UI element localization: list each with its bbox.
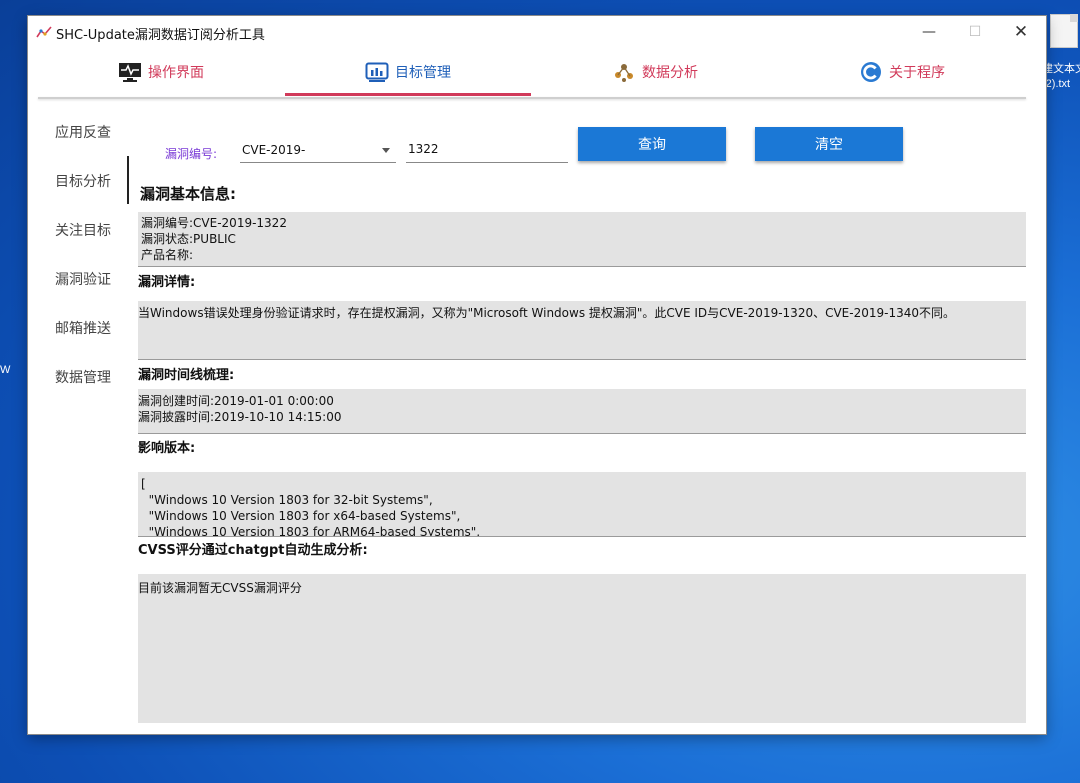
- detail-heading: 漏洞详情:: [138, 275, 196, 290]
- basic-info-heading: 漏洞基本信息:: [140, 185, 236, 203]
- tab-about[interactable]: 关于程序: [779, 48, 1025, 96]
- side-item-app-lookup[interactable]: 应用反查: [55, 122, 111, 142]
- molecule-icon: [615, 64, 633, 82]
- dashboard-icon: [365, 62, 389, 82]
- timeline-line: 漏洞披露时间:2019-10-10 14:15:00: [138, 410, 342, 424]
- tab-label: 操作界面: [148, 65, 204, 81]
- version-line: "Windows 10 Version 1803 for ARM64-based…: [141, 525, 481, 537]
- cvss-heading: CVSS评分通过chatgpt自动生成分析:: [138, 543, 368, 558]
- detail-text: 当Windows错误处理身份验证请求时，存在提权漏洞，又称为"Microsoft…: [138, 306, 955, 320]
- basic-info-line: 产品名称:: [141, 248, 194, 262]
- cvss-text: 目前该漏洞暂无CVSS漏洞评分: [138, 581, 302, 595]
- chevron-down-icon: [382, 148, 390, 153]
- close-button[interactable]: ✕: [998, 16, 1044, 48]
- side-item-email-push[interactable]: 邮箱推送: [55, 318, 111, 338]
- side-active-indicator: [127, 156, 129, 204]
- tab-label: 目标管理: [395, 65, 451, 81]
- basic-info-line: 漏洞状态:PUBLIC: [141, 232, 236, 246]
- clear-button[interactable]: 清空: [755, 127, 903, 161]
- app-logo-icon: [36, 26, 52, 38]
- detail-box[interactable]: 当Windows错误处理身份验证请求时，存在提权漏洞，又称为"Microsoft…: [138, 301, 1026, 360]
- versions-heading: 影响版本:: [138, 441, 196, 456]
- timeline-box[interactable]: 漏洞创建时间:2019-01-01 0:00:00 漏洞披露时间:2019-10…: [138, 389, 1026, 434]
- desktop-text-file-icon[interactable]: [1046, 14, 1080, 58]
- tab-target-management[interactable]: 目标管理: [285, 48, 531, 96]
- tab-label: 关于程序: [889, 65, 945, 81]
- desktop-left-fragment: W: [0, 364, 11, 376]
- cve-prefix-value: CVE-2019-: [242, 143, 306, 157]
- c-logo-icon: [861, 62, 881, 82]
- minimize-button[interactable]: —: [906, 16, 952, 48]
- cve-prefix-select[interactable]: CVE-2019-: [240, 136, 396, 163]
- side-item-data-management[interactable]: 数据管理: [55, 367, 111, 387]
- maximize-button[interactable]: ☐: [952, 16, 998, 48]
- tabs-divider: [38, 97, 1026, 99]
- side-item-vuln-verify[interactable]: 漏洞验证: [55, 269, 111, 289]
- window-title: SHC-Update漏洞数据订阅分析工具: [56, 28, 265, 43]
- monitor-icon: [119, 63, 141, 82]
- main-tabs: 操作界面 目标管理 数据分析 关于程序: [38, 48, 1026, 98]
- tab-data-analysis[interactable]: 数据分析: [532, 48, 778, 96]
- timeline-line: 漏洞创建时间:2019-01-01 0:00:00: [138, 394, 334, 408]
- vuln-id-label: 漏洞编号:: [165, 147, 218, 161]
- cvss-box[interactable]: 目前该漏洞暂无CVSS漏洞评分: [138, 574, 1026, 723]
- app-window: SHC-Update漏洞数据订阅分析工具 — ☐ ✕ 操作界面 目标管理 数据分…: [28, 16, 1046, 734]
- side-item-watched-targets[interactable]: 关注目标: [55, 220, 111, 240]
- timeline-heading: 漏洞时间线梳理:: [138, 368, 235, 383]
- title-bar[interactable]: SHC-Update漏洞数据订阅分析工具 — ☐ ✕: [28, 16, 1046, 48]
- tab-operation[interactable]: 操作界面: [38, 48, 284, 96]
- versions-box[interactable]: [ "Windows 10 Version 1803 for 32-bit Sy…: [138, 472, 1026, 537]
- active-tab-indicator: [285, 93, 531, 96]
- tab-label: 数据分析: [642, 65, 698, 81]
- version-line: "Windows 10 Version 1803 for 32-bit Syst…: [141, 493, 433, 507]
- cve-number-input[interactable]: [406, 136, 568, 163]
- version-line: [: [141, 477, 146, 491]
- query-button[interactable]: 查询: [578, 127, 726, 161]
- basic-info-box[interactable]: 漏洞编号:CVE-2019-1322 漏洞状态:PUBLIC 产品名称:: [138, 212, 1026, 267]
- side-item-target-analysis[interactable]: 目标分析: [55, 171, 111, 191]
- basic-info-line: 漏洞编号:CVE-2019-1322: [141, 216, 287, 230]
- desktop-file-label[interactable]: 建文本文 (2).txt: [1042, 62, 1080, 92]
- version-line: "Windows 10 Version 1803 for x64-based S…: [141, 509, 461, 523]
